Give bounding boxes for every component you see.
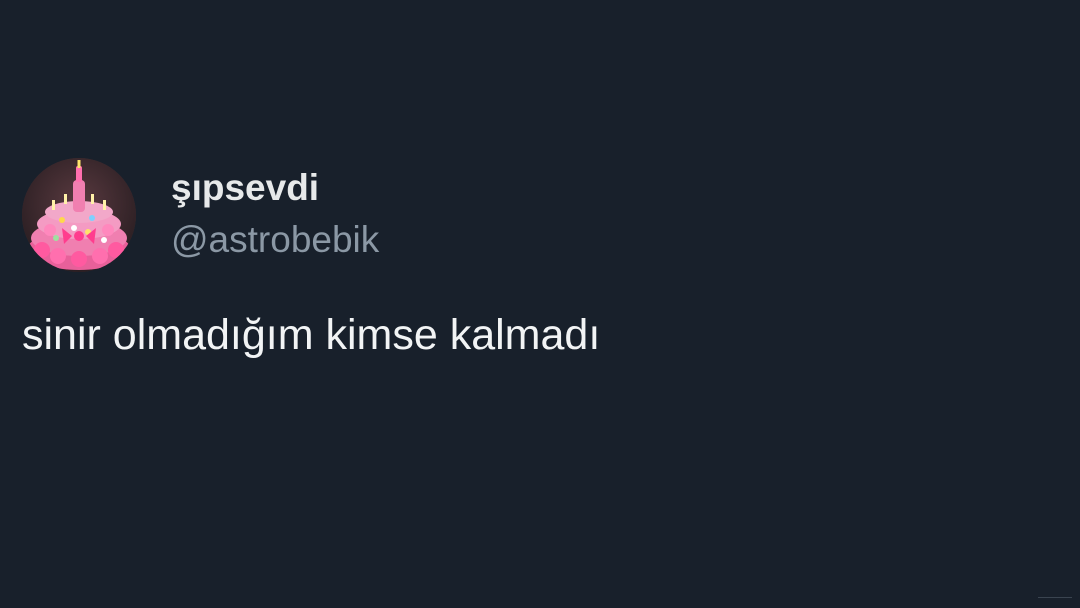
tweet-text: sinir olmadığım kimse kalmadı <box>22 311 601 359</box>
author-handle[interactable]: @astrobebik <box>171 218 379 262</box>
author-display-name[interactable]: şıpsevdi <box>171 166 319 210</box>
avatar-cake-icon <box>22 158 136 272</box>
corner-divider <box>1038 597 1072 598</box>
avatar[interactable] <box>22 158 136 272</box>
tweet-card: şıpsevdi @astrobebik sinir olmadığım kim… <box>0 0 1080 608</box>
